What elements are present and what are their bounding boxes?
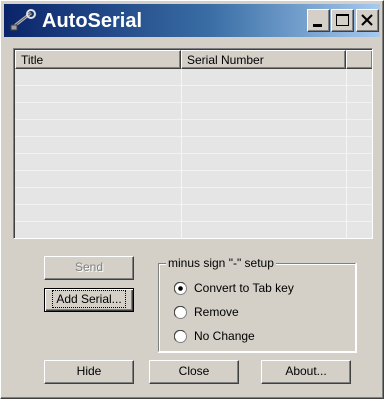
about-button[interactable]: About... (261, 360, 351, 384)
serial-list[interactable]: Title Serial Number (13, 48, 373, 239)
list-row (15, 188, 372, 205)
list-row (15, 171, 372, 188)
list-row (15, 205, 372, 222)
radio-no-change-label: No Change (194, 329, 255, 343)
send-button[interactable]: Send (44, 256, 134, 280)
title-bar[interactable]: AutoSerial (4, 4, 380, 37)
list-row (15, 86, 372, 103)
list-row (15, 137, 372, 154)
add-serial-button[interactable]: Add Serial... (44, 288, 134, 312)
list-row (15, 154, 372, 171)
close-icon (361, 14, 373, 26)
column-header-filler (346, 50, 372, 69)
close-button-label: Close (178, 364, 210, 378)
list-row (15, 69, 372, 86)
column-divider (181, 69, 182, 238)
hide-button-label: Hide (76, 364, 102, 378)
add-serial-button-label: Add Serial... (52, 290, 126, 308)
radio-unselected-icon (174, 330, 187, 343)
window-title: AutoSerial (42, 10, 143, 32)
list-row (15, 103, 372, 120)
about-button-label: About... (285, 364, 327, 378)
radio-remove-label: Remove (194, 305, 239, 319)
minimize-icon (313, 24, 322, 27)
minimize-button[interactable] (307, 9, 330, 32)
minus-setup-label: minus sign "-" setup (166, 256, 276, 270)
close-button[interactable]: Close (149, 360, 239, 384)
key-icon (9, 8, 37, 32)
radio-selected-icon (174, 282, 187, 295)
list-header: Title Serial Number (15, 50, 372, 69)
radio-no-change[interactable]: No Change (174, 328, 274, 344)
list-row (15, 120, 372, 137)
radio-unselected-icon (174, 306, 187, 319)
autoserial-window: AutoSerial Title Serial Number Send Add … (0, 0, 384, 399)
send-button-label: Send (74, 260, 104, 274)
maximize-button[interactable] (331, 9, 354, 32)
radio-remove[interactable]: Remove (174, 304, 274, 320)
column-header-title[interactable]: Title (15, 50, 181, 69)
radio-convert-to-tab-label: Convert to Tab key (194, 281, 294, 295)
list-row (15, 222, 372, 238)
column-divider (346, 69, 347, 238)
maximize-icon (336, 14, 349, 26)
hide-button[interactable]: Hide (44, 360, 134, 384)
radio-convert-to-tab[interactable]: Convert to Tab key (174, 280, 324, 296)
close-window-button[interactable] (356, 9, 379, 32)
column-header-serial-number[interactable]: Serial Number (181, 50, 346, 69)
list-body[interactable] (15, 69, 372, 238)
